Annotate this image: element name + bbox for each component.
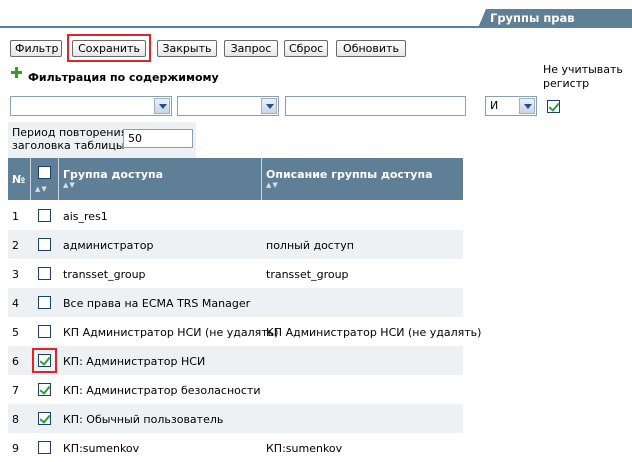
column-header-number[interactable]: № [8,158,30,200]
close-button[interactable]: Закрыть [157,40,217,57]
group-name-cell[interactable]: КП: Администратор НСИ [63,355,205,368]
row-checkbox[interactable] [38,238,51,251]
group-name-cell[interactable]: КП: Обычный пользователь [63,413,223,426]
ignore-case-checkbox[interactable] [547,100,560,113]
row-checkbox[interactable] [38,209,51,222]
group-description-cell: КП:sumenkov [266,442,343,455]
group-name-cell[interactable]: ais_res1 [63,210,108,223]
group-description-cell: полный доступ [266,239,354,252]
chevron-down-icon[interactable] [519,98,535,114]
query-button[interactable]: Запрос [224,40,278,57]
row-checkbox[interactable] [38,296,51,309]
column-header-description[interactable]: Описание группы доступа [262,158,462,200]
select-all-checkbox[interactable] [38,166,51,179]
page-title-tab: Группы прав доступа [478,9,632,28]
filter-button[interactable]: Фильтр [10,40,62,57]
row-checkbox[interactable] [38,412,51,425]
group-name-cell[interactable]: КП:sumenkov [63,442,139,455]
filter-operator-select[interactable] [177,96,279,116]
sort-arrows-icon[interactable]: ▲▼ [63,181,76,189]
row-checkbox[interactable] [38,441,51,454]
reset-button[interactable]: Сброс [284,40,328,57]
row-number: 5 [12,326,19,339]
row-number: 9 [12,442,19,455]
period-input[interactable]: 50 [123,129,193,148]
save-button-highlight [67,34,151,62]
column-divider [30,158,31,200]
ignore-case-label-line2: регистр [543,77,590,90]
row-number: 3 [12,268,19,281]
row-number: 2 [12,239,19,252]
group-name-cell[interactable]: transset_group [63,268,146,281]
group-description-cell: КП Администратор НСИ (не удалять) [266,326,482,339]
group-name-cell[interactable]: Все права на ECMA TRS Manager [63,297,250,310]
column-header-group[interactable]: Группа доступа [59,158,261,200]
refresh-button[interactable]: Обновить [336,40,406,57]
period-label-line2: заголовка таблицы [12,139,125,152]
sort-arrows-icon[interactable]: ▲▼ [266,181,279,189]
chevron-down-icon[interactable] [261,98,277,114]
filter-field-select[interactable] [10,96,172,116]
group-name-cell[interactable]: КП Администратор НСИ (не удалять) [63,326,278,339]
row-checkbox[interactable] [38,267,51,280]
row-number: 6 [12,355,19,368]
group-name-cell[interactable]: администратор [63,239,153,252]
row-checkbox[interactable] [38,383,51,396]
filter-logic-select[interactable]: И [485,96,537,116]
filter-logic-value: И [490,99,499,112]
filter-value-input[interactable] [285,96,466,116]
sort-arrows-icon[interactable]: ▲▼ [35,185,48,193]
period-label-line1: Период повторения [12,126,128,139]
row-number: 4 [12,297,19,310]
ignore-case-label-line1: Не учитывать [543,63,623,76]
group-description-cell: transset_group [266,268,349,281]
ignore-case-label: Не учитывать регистр [543,63,631,91]
add-filter-icon[interactable] [11,67,22,78]
row-number: 1 [12,210,19,223]
row-number: 7 [12,384,19,397]
row-number: 8 [12,413,19,426]
group-name-cell[interactable]: КП: Администратор безоласности [63,384,260,397]
row-checkbox[interactable] [38,325,51,338]
filter-title: Фильтрация по содержимому [28,71,219,84]
row-checkbox-highlight [32,348,57,373]
chevron-down-icon[interactable] [154,98,170,114]
period-label: Период повторения заголовка таблицы [12,126,127,152]
